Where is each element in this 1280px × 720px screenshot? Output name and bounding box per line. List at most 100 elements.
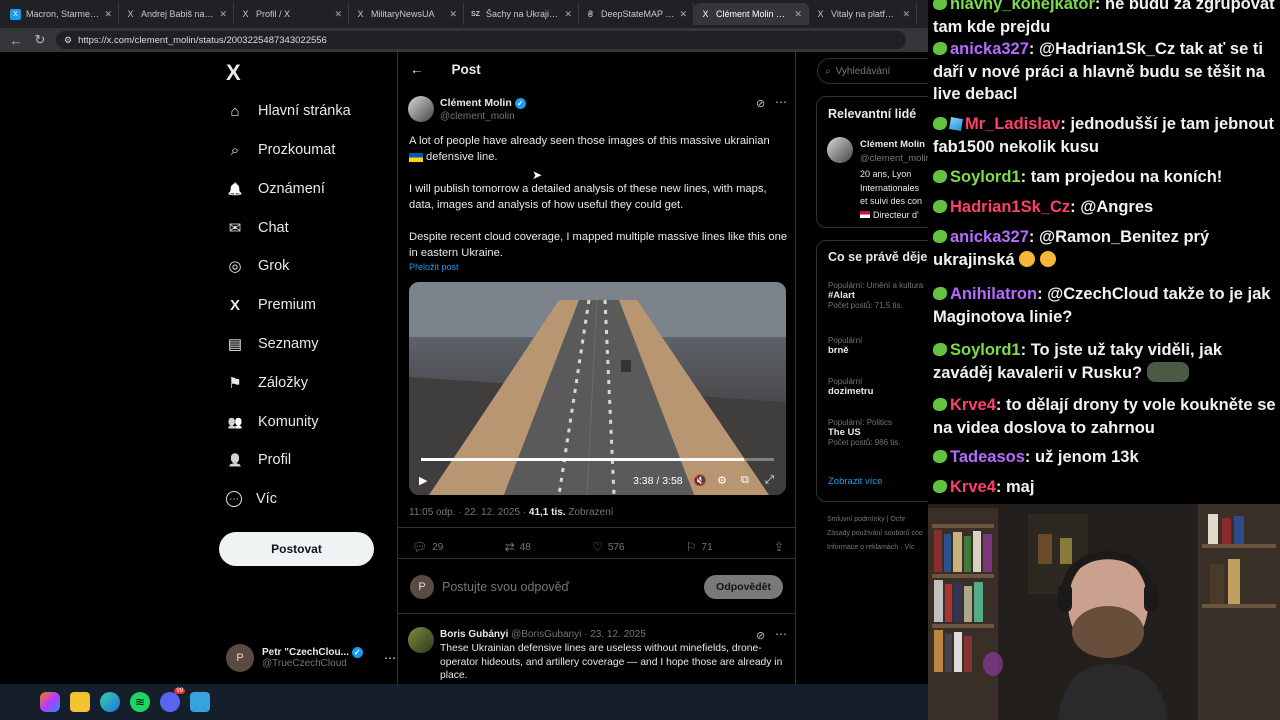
sidebar-item-home[interactable]: ⌂ Hlavní stránka [226,97,350,125]
browser-tab[interactable]: SZ Šachy na Ukrajině. Z ✕ [464,3,579,25]
sidebar-item-label: Profil [258,452,292,468]
chat-message: Soylord1: tam projedou na koních! [933,166,1278,189]
grok-icon[interactable]: ⊘ [756,629,765,642]
bookmark-count: 71 [701,541,713,553]
chat-username: anicka327 [950,40,1029,58]
edge-icon[interactable] [100,692,120,712]
tab-close-icon[interactable]: ✕ [564,9,572,20]
spotify-icon[interactable]: ≋ [130,692,150,712]
footer-link[interactable]: Ochr [890,516,905,523]
sidebar-item-chat[interactable]: ✉ Chat [226,214,289,242]
repost-button[interactable]: ⇄ 48 [505,540,531,554]
tab-close-icon[interactable]: ✕ [219,9,227,20]
reload-icon[interactable]: ↻ [32,32,48,48]
browser-tab[interactable]: X MilitaryNewsUA ✕ [349,3,464,25]
bookmark-icon: ⚐ [685,540,697,554]
show-more-link[interactable]: Zobrazit více [828,476,882,487]
sidebar-item-notifications[interactable]: 🔔 Oznámení [226,175,325,203]
reply-author-row: Boris Gubányi @BorisGubanyi · 23. 12. 20… [440,629,760,640]
relevant-name[interactable]: Clément Molin [860,139,925,150]
fullscreen-icon[interactable]: ⤢ [765,474,774,487]
sidebar-item-bookmarks[interactable]: ⚑ Záložky [226,369,308,397]
translate-link[interactable]: Přeložit post [409,262,459,272]
back-arrow-icon[interactable]: ← [8,33,24,48]
tab-close-icon[interactable]: ✕ [902,9,910,20]
sidebar-item-label: Komunity [258,414,319,430]
browser-tab[interactable]: X Profil / X ✕ [234,3,349,25]
sidebar-item-communities[interactable]: 👥 Komunity [226,408,319,436]
back-arrow-icon[interactable]: ← [410,62,424,77]
trend-count: Počet postů: 71,5 tis. [828,301,903,310]
browser-tab[interactable]: X Macron, Starmer a Ze ✕ [4,3,119,25]
sidebar-item-explore[interactable]: ⌕ Prozkoumat [226,136,336,164]
settings-gear-icon[interactable]: ⚙ [717,474,727,487]
footer-link[interactable]: Zásady používání souborů coo [827,527,923,541]
more-dots-icon[interactable]: ⋯ [775,627,787,641]
file-explorer-icon[interactable] [70,692,90,712]
video-progress-track[interactable] [421,458,774,461]
search-icon: ⌕ [230,141,240,159]
gem-badge-icon [933,117,947,130]
bookmark-button[interactable]: ⚐ 71 [686,540,713,554]
tab-close-icon[interactable]: ✕ [679,9,687,20]
account-name-row: Petr "CzechClou... ✓ [262,646,376,658]
notepad-icon[interactable] [190,692,210,712]
right-sidebar: ⌕ Vyhledávání Relevantní lidé Clément Mo… [812,52,928,684]
more-dots-icon[interactable]: ⋯ [384,651,396,665]
discord-icon[interactable]: 99 [160,688,185,712]
tab-close-icon[interactable]: ✕ [449,9,457,20]
reply-author-name[interactable]: Boris Gubányi [440,629,508,640]
sidebar-item-premium[interactable]: X Premium [226,291,316,319]
post-paragraph: A lot of people have already seen those … [409,133,789,165]
x-logo-icon[interactable]: X [226,60,241,86]
gem-badge-icon [933,0,947,10]
grok-icon[interactable]: ⊘ [756,97,765,110]
account-switcher[interactable]: P Petr "CzechClou... ✓ @TrueCzechCloud ⋯ [226,640,396,676]
trend-item[interactable]: Populární brně [828,336,862,356]
like-button[interactable]: ♡ 576 [592,540,624,554]
sidebar-item-lists[interactable]: ▤ Seznamy [226,330,319,358]
post-author-name[interactable]: Clément Molin [440,97,512,109]
avatar[interactable] [827,137,853,163]
reply-submit-button[interactable]: Odpovědět [704,574,783,599]
search-input[interactable]: ⌕ Vyhledávání [817,58,928,84]
share-button[interactable]: ⇪ [774,540,784,554]
footer-link[interactable]: Informace o reklamách [827,544,898,551]
sidebar-item-grok[interactable]: ◎ Grok [226,252,289,280]
avatar[interactable] [408,96,434,122]
share-icon: ⇪ [773,540,784,554]
site-info-icon[interactable]: ⚙ [64,35,72,46]
chat-username: Hadrian1Sk_Cz [950,198,1071,216]
post-timestamp[interactable]: 11:05 odp. · 22. 12. 2025 · [409,507,526,518]
reply-input[interactable]: Postujte svou odpověď [442,580,569,594]
browser-tab[interactable]: X Vitaly na platformě X ✕ [809,3,917,25]
tab-close-icon[interactable]: ✕ [104,9,112,20]
reply-button[interactable]: 💬︎ 29 [412,540,443,554]
sidebar-item-more[interactable]: ⋯ Víc [226,485,277,513]
browser-tab-active[interactable]: X Clément Molin na pl ✕ [694,3,809,25]
tab-close-icon[interactable]: ✕ [334,9,342,20]
relevant-bio: 20 ans, Lyon Internationales et suivi de… [860,168,922,222]
flag-icon [860,210,870,218]
footer-link[interactable]: Smluvní podmínky [827,516,885,523]
more-circle-icon: ⋯ [226,491,242,507]
url-field[interactable]: ⚙ https://x.com/clement_molin/status/200… [56,31,906,49]
post-button[interactable]: Postovat [219,532,374,566]
video-player[interactable]: ▶ 3:38 / 3:58 🔇 ⚙ ⧉ ⤢ [409,282,786,495]
browser-tab[interactable]: ₴ DeepStateMAP | Дел ✕ [579,3,694,25]
post-author-handle[interactable]: @clement_molin [440,111,515,122]
copilot-icon[interactable] [40,692,60,712]
browser-tab[interactable]: X Andrej Babiš na platf ✕ [119,3,234,25]
trend-item[interactable]: Populární: Umění a kultura #Alart Počet … [828,281,923,310]
pip-icon[interactable]: ⧉ [741,474,749,487]
trend-item[interactable]: Populární dozimetru [828,377,873,397]
tab-close-icon[interactable]: ✕ [794,9,802,20]
sidebar-item-profile[interactable]: 👤 Profil [226,446,292,474]
footer-link[interactable]: Víc [904,544,914,551]
volume-muted-icon[interactable]: 🔇 [693,474,707,487]
trend-item[interactable]: Populární: Politics The US Počet postů: … [828,418,901,447]
avatar[interactable] [408,627,434,653]
play-icon[interactable]: ▶ [419,474,427,487]
more-dots-icon[interactable]: ⋯ [775,95,787,109]
windows-start-icon[interactable] [12,693,30,711]
